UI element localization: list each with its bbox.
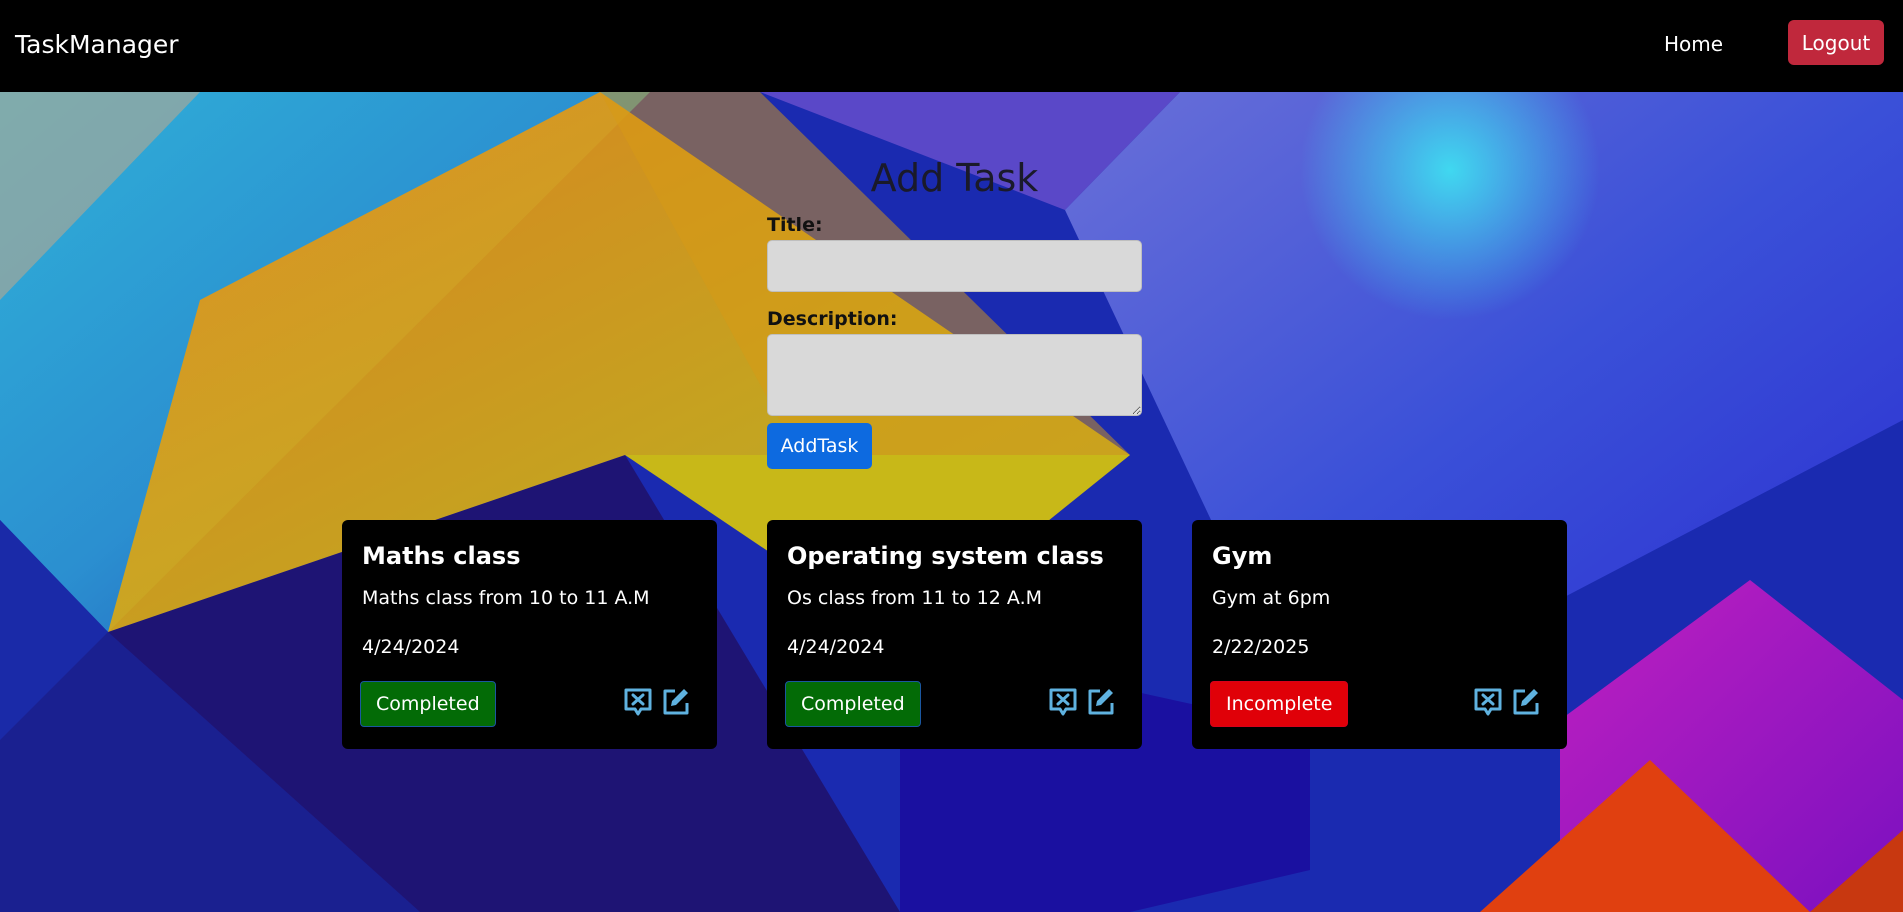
task-date: 4/24/2024 [787,636,885,658]
task-title: Gym [1212,542,1273,570]
task-title: Maths class [362,542,521,570]
edit-task-icon[interactable] [660,685,692,717]
task-description: Maths class from 10 to 11 A.M [362,587,650,609]
description-label: Description: [767,308,898,330]
logout-button[interactable]: Logout [1788,20,1884,65]
task-title: Operating system class [787,542,1104,570]
status-button[interactable]: Completed [785,681,921,727]
background-art [0,92,1903,912]
task-description: Gym at 6pm [1212,587,1331,609]
form-title: Add Task [870,156,1039,200]
status-button[interactable]: Completed [360,681,496,727]
nav-home-link[interactable]: Home [1664,32,1723,56]
task-description: Os class from 11 to 12 A.M [787,587,1042,609]
delete-task-icon[interactable] [622,685,654,717]
edit-task-icon[interactable] [1085,685,1117,717]
background [0,92,1903,912]
title-label: Title: [767,214,823,236]
task-date: 4/24/2024 [362,636,460,658]
description-textarea[interactable] [767,334,1142,416]
brand-logo[interactable]: TaskManager [15,30,179,59]
delete-task-icon[interactable] [1472,685,1504,717]
task-card: Gym Gym at 6pm 2/22/2025 Incomplete [1192,520,1567,749]
task-date: 2/22/2025 [1212,636,1310,658]
task-card: Maths class Maths class from 10 to 11 A.… [342,520,717,749]
edit-task-icon[interactable] [1510,685,1542,717]
task-card: Operating system class Os class from 11 … [767,520,1142,749]
status-button[interactable]: Incomplete [1210,681,1349,727]
title-input[interactable] [767,240,1142,292]
navbar: TaskManager Home Logout [0,0,1903,92]
add-task-button[interactable]: AddTask [767,423,872,469]
delete-task-icon[interactable] [1047,685,1079,717]
